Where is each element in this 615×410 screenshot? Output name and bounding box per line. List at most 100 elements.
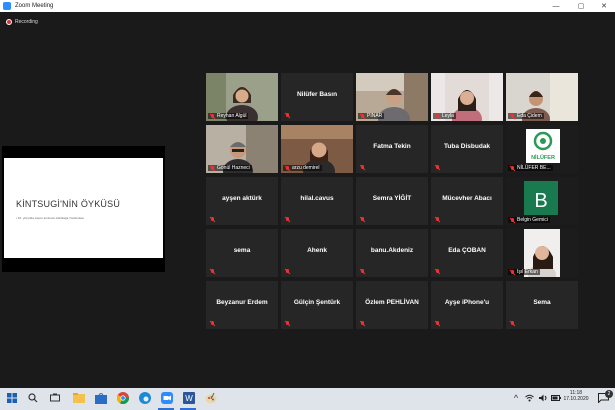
participant-name: banu.Akdeniz — [370, 247, 414, 254]
participant-tile[interactable]: Reyhan Algül — [206, 73, 278, 121]
muted-mic-icon — [435, 113, 440, 119]
word-icon[interactable]: W — [182, 391, 196, 405]
participant-tile[interactable]: Eda ÇOBAN — [431, 229, 503, 277]
participant-name-tag: Eda Çidem — [508, 113, 544, 119]
minimize-button[interactable]: — — [545, 0, 567, 12]
participant-name: Özlem PEHLİVAN — [365, 299, 419, 306]
participant-name: Tuba Disbudak — [443, 143, 491, 150]
participant-tile[interactable]: Sema — [506, 281, 578, 329]
recording-dot-icon — [6, 19, 12, 25]
participant-name: PINAR — [367, 113, 383, 119]
paint-icon[interactable] — [204, 391, 218, 405]
participant-name-tag: Reyhan Algül — [208, 113, 249, 119]
presentation-slide: KİNTSUGİ'NİN ÖYKÜSÜ • 15. yüzyılda Japon… — [4, 158, 163, 258]
participant-tile[interactable]: banu.Akdeniz — [356, 229, 428, 277]
edge-icon[interactable] — [138, 391, 152, 405]
participant-name: arzu demirel — [292, 165, 320, 171]
participant-name-tag: arzu demirel — [283, 165, 322, 171]
participant-name-tag: Gönül Hazneci — [208, 165, 252, 171]
muted-mic-icon — [210, 165, 215, 171]
participant-name: Ayşe iPhone'u — [444, 299, 490, 306]
muted-mic-icon — [210, 321, 215, 326]
svg-text:NİLÜFER: NİLÜFER — [531, 154, 555, 161]
participant-name: Gönül Hazneci — [217, 165, 250, 171]
participant-tile[interactable]: Mücevher Abacı — [431, 177, 503, 225]
muted-mic-icon — [435, 321, 440, 326]
participant-tile[interactable]: PINAR — [356, 73, 428, 121]
participant-name: Mücevher Abacı — [442, 195, 492, 202]
participant-name: Nilüfer Basın — [296, 91, 338, 98]
file-explorer-icon[interactable] — [72, 391, 86, 405]
wifi-icon[interactable] — [524, 391, 534, 405]
slide-title: KİNTSUGİ'NİN ÖYKÜSÜ — [16, 199, 121, 209]
participant-tile[interactable]: arzu demirel — [281, 125, 353, 173]
zoom-app-icon — [3, 2, 11, 10]
window-titlebar: Zoom Meeting — ▢ ✕ — [0, 0, 615, 12]
volume-icon[interactable] — [538, 391, 548, 405]
store-icon[interactable] — [94, 391, 108, 405]
participant-tile[interactable]: ayşen aktürk — [206, 177, 278, 225]
participant-name: Semra YİĞİT — [372, 195, 412, 202]
shared-screen: KİNTSUGİ'NİN ÖYKÜSÜ • 15. yüzyılda Japon… — [2, 146, 165, 272]
participant-tile[interactable]: B Belgin Gemici — [506, 177, 578, 225]
participant-tile[interactable]: Işıl Erkan — [506, 229, 578, 277]
clock[interactable]: 11:18 17.10.2020 — [562, 390, 590, 402]
participant-name: Sema — [533, 299, 551, 306]
participant-tile[interactable]: Fatma Tekin — [356, 125, 428, 173]
close-button[interactable]: ✕ — [593, 0, 615, 12]
muted-mic-icon — [360, 165, 365, 170]
participant-name: Reyhan Algül — [217, 113, 247, 119]
participant-name: Işıl Erkan — [517, 269, 538, 275]
recording-indicator[interactable]: Recording — [6, 19, 38, 25]
participant-name: NİLÜFER BE... — [517, 165, 551, 171]
maximize-button[interactable]: ▢ — [570, 0, 592, 12]
participant-tile[interactable]: NİLÜFER NİLÜFER BE... — [506, 125, 578, 173]
muted-mic-icon — [210, 217, 215, 222]
participant-tile[interactable]: Ahenk — [281, 229, 353, 277]
participant-name-tag: NİLÜFER BE... — [508, 165, 553, 171]
muted-mic-icon — [285, 269, 290, 274]
muted-mic-icon — [435, 217, 440, 222]
participant-tile[interactable]: Gönül Hazneci — [206, 125, 278, 173]
windows-start-icon[interactable] — [5, 391, 19, 405]
participant-tile[interactable]: Gülçin Şentürk — [281, 281, 353, 329]
muted-mic-icon — [510, 113, 515, 119]
muted-mic-icon — [360, 321, 365, 326]
zoom-icon[interactable] — [160, 391, 174, 405]
muted-mic-icon — [285, 321, 290, 326]
svg-text:W: W — [185, 394, 193, 403]
muted-mic-icon — [285, 217, 290, 222]
muted-mic-icon — [210, 113, 215, 119]
recording-label: Recording — [15, 19, 38, 25]
muted-mic-icon — [435, 165, 440, 170]
task-view-icon[interactable] — [48, 391, 62, 405]
participant-name-tag: PINAR — [358, 113, 385, 119]
participant-tile[interactable]: Nilüfer Basın — [281, 73, 353, 121]
chrome-icon[interactable] — [116, 391, 130, 405]
muted-mic-icon — [435, 269, 440, 274]
participant-tile[interactable]: Ayşe iPhone'u — [431, 281, 503, 329]
muted-mic-icon — [510, 165, 515, 171]
participant-name: Leyla — [442, 113, 454, 119]
chevron-up-icon[interactable]: ^ — [512, 391, 520, 405]
muted-mic-icon — [510, 269, 515, 275]
battery-icon[interactable] — [551, 391, 561, 405]
participant-tile[interactable]: Beyzanur Erdem — [206, 281, 278, 329]
participant-name: hilal.cavus — [300, 195, 334, 202]
participant-tile[interactable]: Tuba Disbudak — [431, 125, 503, 173]
muted-mic-icon — [285, 165, 290, 171]
participant-tile[interactable]: Leyla — [431, 73, 503, 121]
participant-name: Fatma Tekin — [373, 143, 411, 150]
participant-tile[interactable]: sema — [206, 229, 278, 277]
participant-tile[interactable]: Eda Çidem — [506, 73, 578, 121]
notification-badge: 2 — [605, 390, 613, 398]
participant-tile[interactable]: Semra YİĞİT — [356, 177, 428, 225]
participant-name: Eda ÇOBAN — [448, 247, 486, 254]
search-icon[interactable] — [26, 391, 40, 405]
participant-tile[interactable]: Özlem PEHLİVAN — [356, 281, 428, 329]
participant-name-tag: Belgin Gemici — [508, 217, 550, 223]
muted-mic-icon — [360, 269, 365, 274]
participant-tile[interactable]: hilal.cavus — [281, 177, 353, 225]
participant-name: Eda Çidem — [517, 113, 542, 119]
window-title: Zoom Meeting — [15, 3, 54, 9]
